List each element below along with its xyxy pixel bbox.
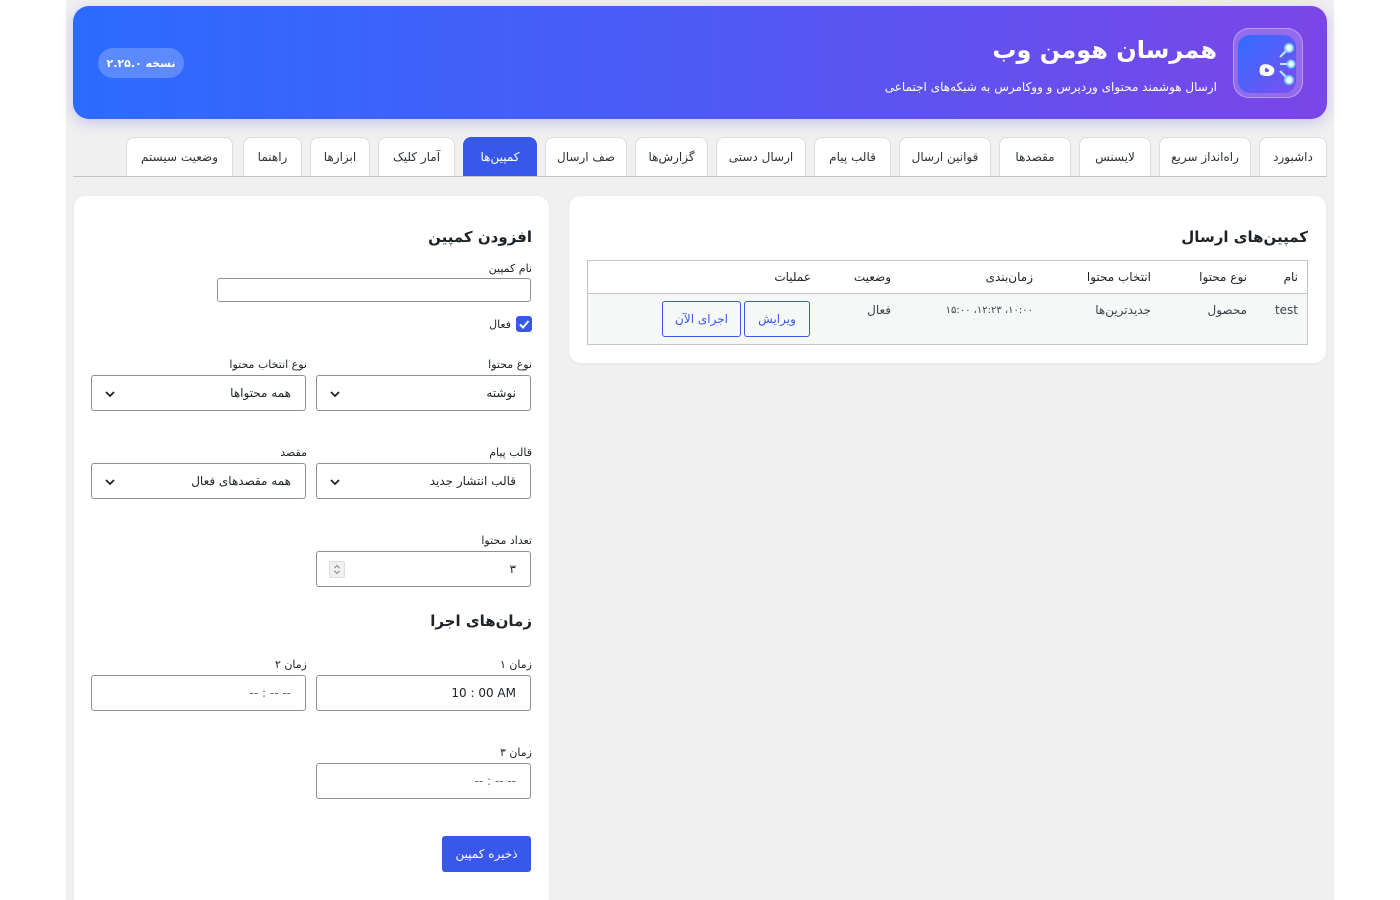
- selection-type-label: نوع انتخاب محتوا: [229, 358, 307, 371]
- tab-click-stats[interactable]: آمار کلیک: [378, 137, 455, 176]
- campaign-name-label: نام کمپین: [488, 262, 532, 275]
- content-type-select[interactable]: نوشته: [316, 375, 531, 411]
- content-count-label: تعداد محتوا: [481, 534, 532, 547]
- time3-label: زمان ۳: [499, 746, 532, 759]
- number-spinner-icon[interactable]: [329, 561, 345, 578]
- tab-send-queue[interactable]: صف ارسال: [545, 137, 627, 176]
- campaigns-table: نام نوع محتوا انتخاب محتوا زمان‌بندی وضع…: [587, 260, 1308, 345]
- chevron-down-icon: [330, 391, 340, 398]
- schedule-section-title: زمان‌های اجرا: [430, 612, 532, 630]
- column-header-status: وضعیت: [853, 270, 891, 284]
- content-count-input[interactable]: ۳: [316, 551, 531, 587]
- time1-input[interactable]: 10 : 00 AM: [316, 675, 531, 711]
- tab-destinations[interactable]: مقصدها: [999, 137, 1071, 176]
- version-badge: نسخه ۲.۲۵.۰: [98, 48, 184, 78]
- active-checkbox[interactable]: [516, 316, 532, 332]
- plugin-logo: ه: [1233, 28, 1303, 98]
- add-campaign-panel: افزودن کمپین نام کمپین فعال نوع محتوا نو…: [74, 196, 549, 900]
- column-header-actions: عملیات: [774, 270, 811, 284]
- tab-help[interactable]: راهنما: [243, 137, 302, 176]
- svg-text:ه: ه: [1258, 48, 1276, 83]
- selection-type-value: همه محتواها: [230, 386, 291, 400]
- column-header-content-type: نوع محتوا: [1199, 270, 1247, 284]
- template-label: قالب پیام: [489, 446, 532, 459]
- column-header-content-selection: انتخاب محتوا: [1086, 270, 1151, 284]
- table-header: نام نوع محتوا انتخاب محتوا زمان‌بندی وضع…: [588, 261, 1307, 294]
- cell-name: test: [1274, 303, 1298, 317]
- cell-schedule: ۱۰:۰۰، ۱۲:۲۳، ۱۵:۰۰: [945, 305, 1033, 316]
- cell-content-type: محصول: [1207, 303, 1248, 317]
- cell-content-selection: جدیدترین‌ها: [1095, 303, 1151, 317]
- destination-value: همه مقصدهای فعال: [191, 474, 291, 488]
- tab-campaigns[interactable]: کمپین‌ها: [463, 137, 537, 176]
- plugin-subtitle: ارسال هوشمند محتوای وردپرس و ووکامرس به …: [884, 80, 1217, 94]
- tab-license[interactable]: لایسنس: [1079, 137, 1151, 176]
- tab-manual-send[interactable]: ارسال دستی: [716, 137, 806, 176]
- plugin-title: همرسان هومن وب: [992, 36, 1217, 64]
- tab-send-rules[interactable]: قوانین ارسال: [899, 137, 991, 176]
- time1-value: 10 : 00 AM: [451, 686, 516, 700]
- content-count-value: ۳: [509, 562, 516, 576]
- selection-type-select[interactable]: همه محتواها: [91, 375, 306, 411]
- column-header-schedule: زمان‌بندی: [985, 270, 1033, 284]
- cell-status: فعال: [867, 303, 891, 317]
- time3-input[interactable]: -- : -- --: [316, 763, 531, 799]
- time3-value: -- : -- --: [474, 774, 516, 788]
- content-type-value: نوشته: [486, 386, 516, 400]
- time2-label: زمان ۲: [274, 658, 307, 671]
- chevron-down-icon: [105, 479, 115, 486]
- tab-system-status[interactable]: وضعیت سیستم: [126, 137, 233, 176]
- template-select[interactable]: قالب انتشار جدید: [316, 463, 531, 499]
- tab-dashboard[interactable]: داشبورد: [1259, 137, 1327, 176]
- content-type-label: نوع محتوا: [488, 358, 532, 371]
- chevron-down-icon: [330, 479, 340, 486]
- chevron-down-icon: [105, 391, 115, 398]
- time2-input[interactable]: -- : -- --: [91, 675, 306, 711]
- nav-tabs: داشبورد راه‌انداز سریع لایسنس مقصدها قوا…: [73, 137, 1327, 177]
- tab-tools[interactable]: ابزارها: [310, 137, 370, 176]
- destination-select[interactable]: همه مقصدهای فعال: [91, 463, 306, 499]
- campaign-name-input[interactable]: [217, 278, 531, 302]
- time1-label: زمان ۱: [499, 658, 532, 671]
- tab-message-template[interactable]: قالب پیام: [814, 137, 891, 176]
- tab-quick-setup[interactable]: راه‌انداز سریع: [1159, 137, 1251, 176]
- plugin-header: ه همرسان هومن وب ارسال هوشمند محتوای ورد…: [73, 6, 1327, 119]
- time2-value: -- : -- --: [249, 686, 291, 700]
- edit-campaign-button[interactable]: ویرایش: [744, 301, 810, 337]
- run-now-button[interactable]: اجرای الآن: [662, 301, 741, 337]
- campaigns-list-panel: کمپین‌های ارسال نام نوع محتوا انتخاب محت…: [569, 196, 1326, 363]
- destination-label: مقصد: [280, 446, 307, 459]
- add-campaign-title: افزودن کمپین: [428, 228, 532, 246]
- plugin-logo-icon: ه: [1238, 35, 1296, 93]
- checkmark-icon: [519, 320, 530, 329]
- active-label: فعال: [489, 318, 511, 331]
- column-header-name: نام: [1283, 270, 1298, 284]
- tab-reports[interactable]: گزارش‌ها: [635, 137, 708, 176]
- template-value: قالب انتشار جدید: [429, 474, 516, 488]
- save-campaign-button[interactable]: ذخیره کمپین: [442, 836, 531, 872]
- campaigns-list-title: کمپین‌های ارسال: [1181, 228, 1308, 246]
